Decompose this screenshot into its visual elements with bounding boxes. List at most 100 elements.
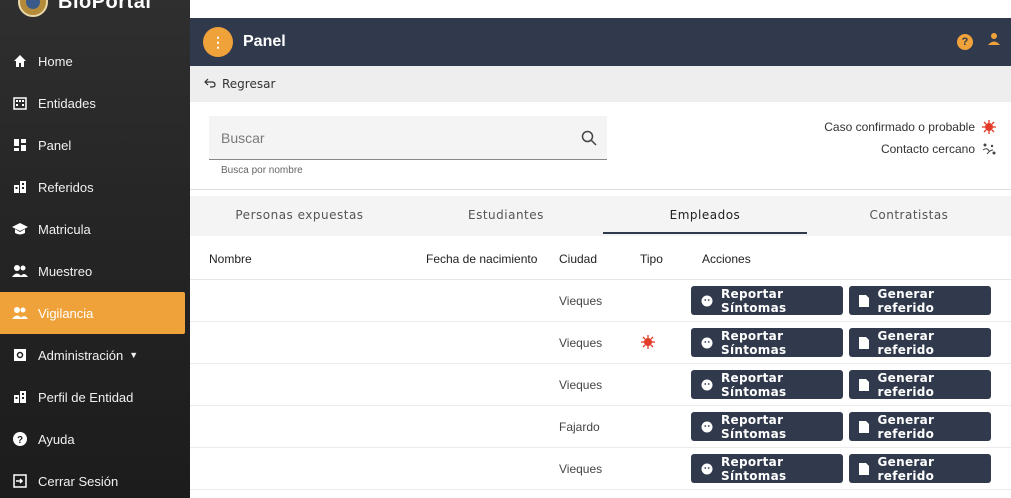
generate-referral-label: Generar referido	[877, 412, 935, 441]
virus-icon	[640, 334, 656, 350]
column-header-tipo[interactable]: Tipo	[640, 252, 663, 266]
user-icon[interactable]	[987, 32, 1001, 51]
sidebar-item-label: Cerrar Sesión	[38, 473, 119, 489]
generate-referral-button[interactable]: Generar referido	[849, 328, 991, 357]
report-symptoms-button[interactable]: Reportar Síntomas	[691, 286, 843, 315]
sidebar-item-administracion[interactable]: Administración ▼	[0, 334, 190, 376]
back-arrow-icon[interactable]	[204, 77, 216, 91]
search-input[interactable]	[209, 116, 549, 160]
header-actions: ?	[957, 32, 1001, 51]
sidebar-item-label: Administración	[38, 347, 124, 363]
sidebar-item-perfil-entidad[interactable]: Perfil de Entidad	[0, 376, 190, 418]
virus-face-icon	[701, 295, 713, 307]
column-header-ciudad[interactable]: Ciudad	[559, 252, 597, 266]
header-bar: ⋮ Panel ?	[190, 18, 1011, 66]
report-symptoms-button[interactable]: Reportar Síntomas	[691, 328, 843, 357]
sidebar-item-cerrar-sesion[interactable]: Cerrar Sesión	[0, 460, 190, 498]
sidebar-item-referidos[interactable]: Referidos	[0, 166, 190, 208]
sidebar-item-matricula[interactable]: Matricula	[0, 208, 190, 250]
svg-text:?: ?	[17, 435, 23, 446]
help-icon: ?	[12, 431, 28, 447]
sidebar-item-home[interactable]: Home	[0, 40, 190, 82]
table-body: Vieques Reportar Síntomas Generar referi…	[190, 280, 1011, 490]
tab-contratistas[interactable]: Contratistas	[807, 196, 1011, 236]
cell-ciudad: Vieques	[559, 336, 603, 350]
city-icon	[12, 179, 28, 195]
sidebar-item-label: Ayuda	[38, 431, 75, 447]
virus-face-icon	[701, 463, 713, 475]
sidebar-item-vigilancia[interactable]: Vigilancia	[0, 292, 185, 334]
contact-spread-icon	[981, 141, 997, 157]
report-symptoms-label: Reportar Síntomas	[721, 454, 787, 483]
column-header-nombre[interactable]: Nombre	[209, 252, 252, 266]
sidebar-item-muestreo[interactable]: Muestreo	[0, 250, 190, 292]
report-symptoms-label: Reportar Síntomas	[721, 328, 787, 357]
report-symptoms-button[interactable]: Reportar Síntomas	[691, 370, 843, 399]
generate-referral-label: Generar referido	[877, 370, 935, 399]
generate-referral-button[interactable]: Generar referido	[849, 412, 991, 441]
help-icon[interactable]: ?	[957, 33, 973, 50]
column-header-fecha[interactable]: Fecha de nacimiento	[426, 252, 537, 266]
table-row: Vieques Reportar Síntomas Generar referi…	[190, 364, 1011, 406]
cell-ciudad: Vieques	[559, 378, 603, 392]
dashboard-icon	[12, 137, 28, 153]
sidebar-item-label: Entidades	[38, 95, 96, 111]
virus-icon	[981, 119, 997, 135]
document-icon	[859, 294, 870, 307]
legend-contact-label: Contacto cercano	[880, 142, 975, 156]
tab-empleados[interactable]: Empleados	[602, 196, 807, 234]
home-icon	[12, 53, 28, 69]
generate-referral-label: Generar referido	[877, 454, 935, 483]
page-title: Panel	[243, 33, 286, 50]
virus-face-icon	[701, 421, 713, 433]
report-symptoms-label: Reportar Síntomas	[721, 370, 787, 399]
virus-face-icon	[701, 337, 713, 349]
report-symptoms-label: Reportar Síntomas	[721, 286, 787, 315]
report-symptoms-button[interactable]: Reportar Síntomas	[691, 412, 843, 441]
back-link[interactable]: Regresar	[222, 77, 275, 91]
legend-confirmed: Caso confirmado o probable	[824, 116, 997, 138]
document-icon	[859, 462, 870, 475]
table-row: Fajardo Reportar Síntomas Generar referi…	[190, 406, 1011, 448]
cell-ciudad: Vieques	[559, 462, 603, 476]
sidebar-item-label: Vigilancia	[38, 305, 94, 321]
brand: BioPortal	[18, 0, 151, 18]
search-area: Busca por nombre Caso confirmado o proba…	[190, 102, 1011, 190]
tab-personas-expuestas[interactable]: Personas expuestas	[190, 196, 409, 236]
search-icon[interactable]	[581, 130, 597, 146]
sidebar-item-entidades[interactable]: Entidades	[0, 82, 190, 124]
tab-bar: Personas expuestas Estudiantes Empleados…	[190, 196, 1011, 236]
legend: Caso confirmado o probable Contacto cerc…	[824, 116, 997, 160]
sidebar-item-ayuda[interactable]: ? Ayuda	[0, 418, 190, 460]
table-header: Nombre Fecha de nacimiento Ciudad Tipo A…	[190, 236, 1011, 280]
graduation-cap-icon	[12, 221, 28, 237]
generate-referral-label: Generar referido	[877, 286, 935, 315]
report-symptoms-button[interactable]: Reportar Síntomas	[691, 454, 843, 483]
generate-referral-button[interactable]: Generar referido	[849, 370, 991, 399]
chevron-down-icon: ▼	[129, 350, 139, 360]
sidebar-nav: Home Entidades Panel Referidos Matricula	[0, 40, 190, 498]
legend-confirmed-label: Caso confirmado o probable	[824, 120, 975, 134]
generate-referral-label: Generar referido	[877, 328, 935, 357]
logout-icon	[12, 473, 28, 489]
generate-referral-button[interactable]: Generar referido	[849, 286, 991, 315]
tab-estudiantes[interactable]: Estudiantes	[409, 196, 603, 236]
report-symptoms-label: Reportar Síntomas	[721, 412, 787, 441]
generate-referral-button[interactable]: Generar referido	[849, 454, 991, 483]
sidebar-item-panel[interactable]: Panel	[0, 124, 190, 166]
settings-box-icon	[12, 347, 28, 363]
menu-button[interactable]: ⋮	[203, 27, 233, 57]
city-icon	[12, 389, 28, 405]
document-icon	[859, 336, 870, 349]
sidebar-item-label: Perfil de Entidad	[38, 389, 134, 405]
table-row: Vieques Reportar Síntomas Generar referi…	[190, 322, 1011, 364]
people-icon	[12, 305, 28, 321]
virus-face-icon	[701, 379, 713, 391]
seal-logo-icon	[18, 0, 48, 17]
sidebar-item-label: Referidos	[38, 179, 94, 195]
sidebar: BioPortal Home Entidades Panel Referidos	[0, 0, 190, 498]
document-icon	[859, 420, 870, 433]
column-header-acciones: Acciones	[702, 252, 751, 266]
legend-contact: Contacto cercano	[824, 138, 997, 160]
cell-ciudad: Vieques	[559, 294, 603, 308]
